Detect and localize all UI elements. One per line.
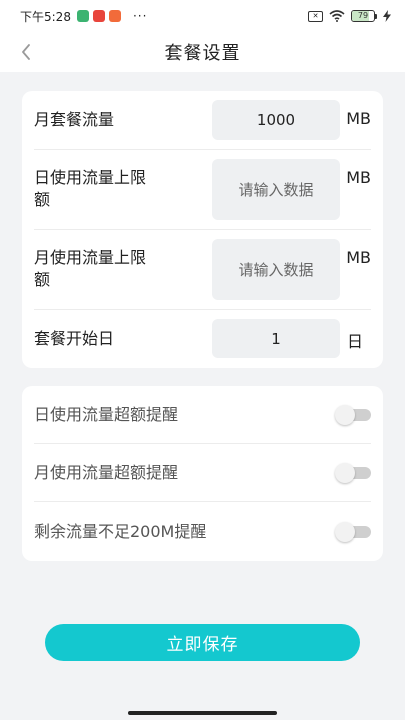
app-notification-icon [92, 10, 105, 22]
save-button[interactable]: 立即保存 [45, 624, 360, 661]
monthly-quota-label: 月套餐流量 [34, 110, 115, 129]
more-notifications-icon: ··· [132, 9, 148, 23]
daily-overuse-alert-row: 日使用流量超额提醒 [34, 386, 371, 444]
daily-overuse-alert-toggle[interactable] [335, 405, 371, 425]
monthly-limit-input[interactable] [212, 239, 340, 300]
monthly-overuse-alert-row: 月使用流量超额提醒 [34, 444, 371, 502]
low-data-alert-label: 剩余流量不足200M提醒 [34, 522, 207, 541]
toggle-knob [335, 463, 355, 483]
alerts-card: 日使用流量超额提醒 月使用流量超额提醒 剩余流量不足200M提醒 [22, 386, 383, 561]
start-day-label: 套餐开始日 [34, 329, 115, 348]
start-day-unit: 日 [346, 332, 363, 351]
no-sim-icon: ✕ [308, 10, 323, 22]
chevron-left-icon [22, 44, 30, 60]
daily-limit-unit: MB [346, 168, 371, 187]
toggle-knob [335, 405, 355, 425]
daily-limit-input[interactable] [212, 159, 340, 220]
monthly-limit-label-line2: 额 [34, 270, 51, 289]
daily-limit-label-line1: 日使用流量上限 [34, 168, 147, 187]
app-notification-icon-2 [108, 10, 121, 22]
wechat-notification-icon [76, 10, 89, 22]
start-day-input[interactable] [212, 319, 340, 358]
status-time: 下午5:28 [20, 9, 71, 24]
monthly-quota-unit: MB [346, 109, 371, 128]
monthly-limit-row: 月使用流量上限 额 MB [34, 230, 371, 310]
monthly-overuse-alert-label: 月使用流量超额提醒 [34, 463, 179, 482]
daily-limit-label-line2: 额 [34, 190, 51, 209]
battery-percent: 79 [357, 11, 369, 20]
monthly-limit-unit: MB [346, 248, 371, 267]
divider [34, 501, 371, 502]
home-indicator [128, 711, 277, 715]
monthly-limit-label-line1: 月使用流量上限 [34, 248, 147, 267]
daily-limit-label: 日使用流量上限 额 [34, 167, 146, 211]
wifi-icon [329, 10, 345, 22]
low-data-alert-toggle[interactable] [335, 522, 371, 542]
monthly-quota-row: 月套餐流量 MB [34, 91, 371, 150]
start-day-row: 套餐开始日 日 [34, 310, 371, 368]
toggle-knob [335, 522, 355, 542]
monthly-overuse-alert-toggle[interactable] [335, 463, 371, 483]
low-data-alert-row: 剩余流量不足200M提醒 [34, 503, 371, 561]
daily-limit-row: 日使用流量上限 额 MB [34, 150, 371, 230]
battery-icon: 79 [351, 10, 377, 22]
daily-overuse-alert-label: 日使用流量超额提醒 [34, 405, 179, 424]
monthly-limit-label: 月使用流量上限 额 [34, 247, 146, 291]
monthly-quota-input[interactable] [212, 100, 340, 140]
charging-icon [383, 10, 391, 22]
plan-settings-card: 月套餐流量 MB 日使用流量上限 额 MB 月使用流量上限 额 MB 套餐开始日… [22, 91, 383, 368]
status-bar: 下午5:28 ··· ✕ 79 [0, 0, 405, 32]
page-title: 套餐设置 [164, 43, 241, 64]
back-button[interactable] [16, 40, 36, 64]
nav-bar: 套餐设置 [0, 32, 405, 72]
